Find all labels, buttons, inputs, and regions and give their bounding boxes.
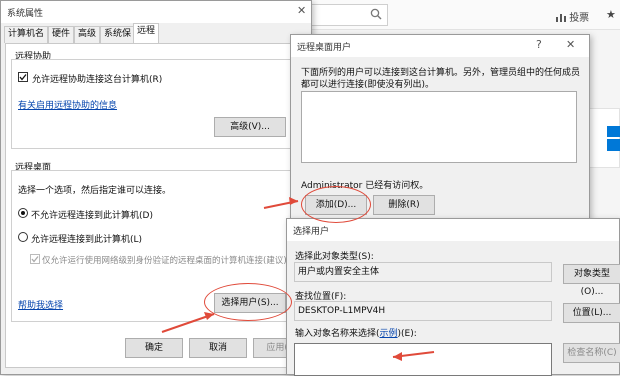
arrow-annotation-1: [161, 197, 435, 361]
